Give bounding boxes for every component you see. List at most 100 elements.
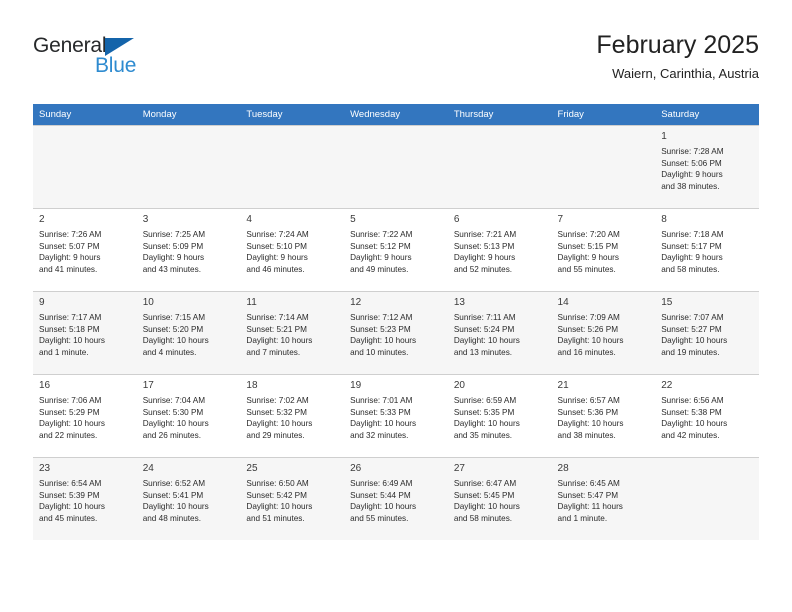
day-sun-info: Sunrise: 6:57 AM Sunset: 5:36 PM Daylight:… [558, 395, 650, 441]
sunrise-text: Sunrise: 7:11 AM [453, 313, 516, 322]
sunset-text: Sunset: 5:39 PM [39, 490, 100, 500]
calendar-day-cell[interactable]: 19 Sunrise: 7:01 AM Sunset: 5:33 PM Dayligh… [344, 374, 448, 458]
sunset-text: Sunset: 5:35 PM [453, 407, 515, 417]
day-number: 9 [39, 297, 45, 308]
day-sun-info: Sunrise: 7:18 AM Sunset: 5:17 PM Daylight:… [661, 229, 753, 275]
day-number: 19 [350, 380, 362, 391]
calendar-day-cell[interactable]: 16 Sunrise: 7:06 AM Sunset: 5:29 PM Dayligh… [33, 374, 137, 458]
sunset-text: Sunset: 5:30 PM [142, 407, 204, 417]
sunrise-text: Sunrise: 7:24 AM [246, 230, 309, 239]
sunrise-text: Sunrise: 7:28 AM [661, 147, 724, 156]
day-sun-info: Sunrise: 6:49 AM Sunset: 5:44 PM Daylight:… [350, 478, 442, 524]
sunset-text: Sunset: 5:23 PM [350, 324, 411, 334]
calendar-day-cell[interactable]: 4 Sunrise: 7:24 AM Sunset: 5:10 PM Daylight… [240, 208, 345, 292]
calendar-day-cell[interactable]: 25 Sunrise: 6:50 AM Sunset: 5:42 PM Dayligh… [240, 457, 345, 540]
daylight-text-line2: and 26 minutes. [142, 430, 201, 440]
daylight-text-line1: Daylight: 10 hours [557, 419, 624, 429]
calendar-table: Sunday Monday Tuesday Wednesday Thursday… [33, 104, 759, 540]
sunset-text: Sunset: 5:47 PM [557, 490, 619, 500]
calendar-day-cell[interactable]: 23 Sunrise: 6:54 AM Sunset: 5:39 PM Dayligh… [33, 457, 137, 540]
day-sun-info: Sunrise: 6:52 AM Sunset: 5:41 PM Daylight:… [143, 478, 235, 524]
calendar-day-cell[interactable]: 3 Sunrise: 7:25 AM Sunset: 5:09 PM Daylight… [136, 208, 241, 292]
daylight-text-line1: Daylight: 9 hours [39, 253, 101, 263]
sunset-text: Sunset: 5:45 PM [453, 490, 515, 500]
sunrise-text: Sunrise: 7:14 AM [246, 313, 309, 322]
sunset-text: Sunset: 5:42 PM [246, 490, 307, 500]
daylight-text-line1: Daylight: 10 hours [350, 502, 417, 512]
daylight-text-line1: Daylight: 10 hours [557, 336, 624, 346]
calendar-day-cell[interactable]: 26 Sunrise: 6:49 AM Sunset: 5:44 PM Dayligh… [344, 457, 448, 540]
day-sun-info: Sunrise: 7:04 AM Sunset: 5:30 PM Daylight:… [143, 395, 235, 441]
day-sun-info: Sunrise: 6:59 AM Sunset: 5:35 PM Daylight:… [454, 395, 546, 441]
calendar-day-cell[interactable]: 18 Sunrise: 7:02 AM Sunset: 5:32 PM Dayligh… [240, 374, 345, 458]
day-number: 10 [142, 297, 154, 308]
daylight-text-line2: and 29 minutes. [246, 430, 305, 440]
calendar-day-cell[interactable]: 9 Sunrise: 7:17 AM Sunset: 5:18 PM Daylight… [33, 291, 137, 375]
day-number: 11 [246, 297, 257, 308]
calendar-day-cell[interactable]: 20 Sunrise: 6:59 AM Sunset: 5:35 PM Dayligh… [447, 374, 552, 458]
weekday-header-saturday: Saturday [655, 104, 759, 126]
day-sun-info: Sunrise: 7:26 AM Sunset: 5:07 PM Daylight:… [39, 229, 131, 275]
sunset-text: Sunset: 5:33 PM [350, 407, 411, 417]
sunrise-text: Sunrise: 6:47 AM [453, 479, 517, 488]
daylight-text-line1: Daylight: 11 hours [557, 502, 623, 512]
calendar-body: 1 Sunrise: 7:28 AM Sunset: 5:06 PM Daylight… [33, 125, 759, 540]
sunrise-text: Sunrise: 7:06 AM [39, 396, 102, 405]
calendar-day-cell[interactable]: 13 Sunrise: 7:11 AM Sunset: 5:24 PM Dayligh… [447, 291, 552, 375]
calendar-day-cell-empty [136, 125, 241, 209]
sunset-text: Sunset: 5:44 PM [350, 490, 411, 500]
calendar-day-cell[interactable]: 22 Sunrise: 6:56 AM Sunset: 5:38 PM Dayligh… [655, 374, 759, 458]
daylight-text-line1: Daylight: 10 hours [453, 419, 520, 429]
daylight-text-line2: and 10 minutes. [350, 347, 409, 357]
calendar-page: General Blue February 2025 Waiern, Carin… [0, 0, 792, 612]
sunrise-text: Sunrise: 7:09 AM [557, 313, 620, 322]
page-header: General Blue February 2025 Waiern, Carin… [33, 30, 759, 92]
day-number: 23 [39, 463, 51, 474]
calendar-day-cell[interactable]: 2 Sunrise: 7:26 AM Sunset: 5:07 PM Daylight… [33, 208, 137, 292]
sunrise-text: Sunrise: 7:21 AM [453, 230, 517, 239]
calendar-day-cell[interactable]: 8 Sunrise: 7:18 AM Sunset: 5:17 PM Daylight… [655, 208, 759, 292]
sunrise-text: Sunrise: 7:04 AM [142, 396, 206, 405]
day-sun-info: Sunrise: 7:06 AM Sunset: 5:29 PM Daylight:… [39, 395, 131, 441]
sunset-text: Sunset: 5:26 PM [557, 324, 619, 334]
calendar-day-cell[interactable]: 11 Sunrise: 7:14 AM Sunset: 5:21 PM Dayligh… [240, 291, 345, 375]
calendar-day-cell[interactable]: 14 Sunrise: 7:09 AM Sunset: 5:26 PM Dayligh… [551, 291, 656, 375]
calendar-day-cell[interactable]: 6 Sunrise: 7:21 AM Sunset: 5:13 PM Daylight… [447, 208, 552, 292]
sunrise-text: Sunrise: 7:07 AM [661, 313, 724, 322]
calendar-day-cell[interactable]: 12 Sunrise: 7:12 AM Sunset: 5:23 PM Dayligh… [344, 291, 448, 375]
daylight-text-line2: and 41 minutes. [39, 264, 98, 274]
calendar-day-cell[interactable]: 27 Sunrise: 6:47 AM Sunset: 5:45 PM Dayligh… [447, 457, 552, 540]
daylight-text-line1: Daylight: 10 hours [453, 502, 520, 512]
daylight-text-line2: and 52 minutes. [453, 264, 513, 274]
day-number: 27 [453, 463, 465, 474]
calendar-day-cell[interactable]: 7 Sunrise: 7:20 AM Sunset: 5:15 PM Daylight… [551, 208, 656, 292]
calendar-day-cell[interactable]: 15 Sunrise: 7:07 AM Sunset: 5:27 PM Dayligh… [655, 291, 759, 375]
sunset-text: Sunset: 5:20 PM [142, 324, 204, 334]
day-number: 25 [246, 463, 258, 474]
sunrise-text: Sunrise: 6:49 AM [350, 479, 413, 488]
daylight-text-line1: Daylight: 9 hours [557, 253, 619, 263]
daylight-text-line2: and 49 minutes. [350, 264, 409, 274]
daylight-text-line1: Daylight: 10 hours [350, 419, 417, 429]
calendar-day-cell[interactable]: 17 Sunrise: 7:04 AM Sunset: 5:30 PM Dayligh… [136, 374, 241, 458]
day-sun-info: Sunrise: 7:12 AM Sunset: 5:23 PM Daylight:… [350, 312, 442, 358]
day-sun-info: Sunrise: 7:01 AM Sunset: 5:33 PM Daylight:… [350, 395, 442, 441]
daylight-text-line1: Daylight: 10 hours [39, 502, 105, 512]
generalblue-logo[interactable]: General Blue [33, 34, 233, 86]
sunset-text: Sunset: 5:06 PM [661, 158, 722, 168]
calendar-day-cell[interactable]: 1 Sunrise: 7:28 AM Sunset: 5:06 PM Daylight… [655, 125, 759, 209]
calendar-day-cell[interactable]: 10 Sunrise: 7:15 AM Sunset: 5:20 PM Dayligh… [136, 291, 241, 375]
calendar-day-cell[interactable]: 5 Sunrise: 7:22 AM Sunset: 5:12 PM Daylight… [344, 208, 448, 292]
calendar-week-row: 2 Sunrise: 7:26 AM Sunset: 5:07 PM Daylight… [33, 208, 759, 292]
calendar-day-cell[interactable]: 21 Sunrise: 6:57 AM Sunset: 5:36 PM Dayligh… [551, 374, 656, 458]
calendar-day-cell[interactable]: 24 Sunrise: 6:52 AM Sunset: 5:41 PM Dayligh… [136, 457, 241, 540]
daylight-text-line2: and 51 minutes. [246, 513, 305, 523]
sunrise-text: Sunrise: 7:25 AM [142, 230, 206, 239]
day-number: 8 [661, 214, 667, 225]
daylight-text-line2: and 4 minutes. [142, 347, 197, 357]
day-number: 1 [661, 131, 667, 142]
sunset-text: Sunset: 5:10 PM [246, 241, 307, 251]
calendar-day-cell[interactable]: 28 Sunrise: 6:45 AM Sunset: 5:47 PM Dayligh… [551, 457, 656, 540]
sunset-text: Sunset: 5:24 PM [453, 324, 515, 334]
daylight-text-line2: and 35 minutes. [453, 430, 513, 440]
